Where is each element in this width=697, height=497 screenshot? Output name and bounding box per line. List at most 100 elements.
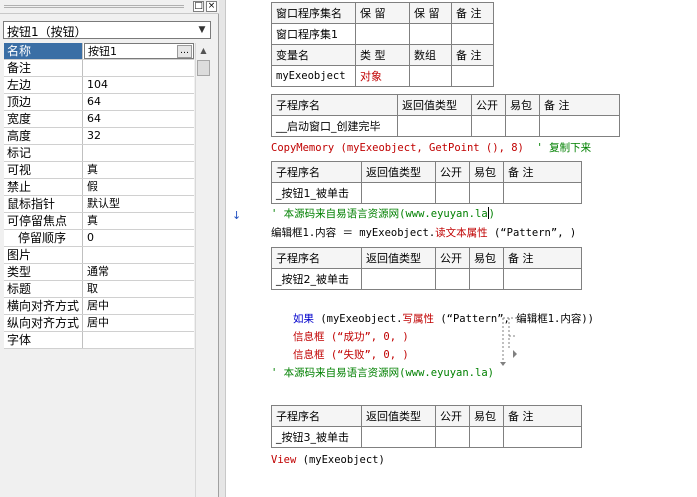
- property-value[interactable]: 取: [84, 281, 194, 297]
- property-name[interactable]: 顶边: [4, 94, 83, 110]
- close-icon[interactable]: ×: [206, 1, 217, 12]
- property-row[interactable]: 横向对齐方式 居中: [4, 298, 194, 315]
- panel-drag-grip[interactable]: [4, 5, 184, 8]
- property-value[interactable]: 居中: [84, 315, 194, 331]
- property-row[interactable]: 名称 按钮1…: [4, 43, 194, 60]
- property-name[interactable]: 名称: [4, 43, 83, 59]
- code-comment-source-2[interactable]: ' 本源码来自易语言资源网(www.eyuyan.la): [271, 366, 494, 380]
- property-value[interactable]: [84, 60, 194, 76]
- property-value[interactable]: 0: [84, 230, 194, 246]
- property-row[interactable]: 可停留焦点真: [4, 213, 194, 230]
- sub-name-cell[interactable]: __启动窗口_创建完毕: [271, 115, 398, 137]
- code-line-view[interactable]: View (myExeobject): [271, 453, 385, 467]
- property-row[interactable]: 宽度 64: [4, 111, 194, 128]
- property-row[interactable]: 字体: [4, 332, 194, 349]
- property-name[interactable]: 禁止: [4, 179, 83, 195]
- var-type-cell[interactable]: 对象: [355, 65, 410, 87]
- property-name[interactable]: 纵向对齐方式: [4, 315, 83, 331]
- property-name[interactable]: 横向对齐方式: [4, 298, 83, 314]
- code-editor[interactable]: ↓ 窗口程序集名 保 留 保 留 备 注 窗口程序集1 变量名 类 型 数组 备…: [227, 0, 697, 497]
- property-value[interactable]: 104: [84, 77, 194, 93]
- property-value[interactable]: 64: [84, 111, 194, 127]
- property-value[interactable]: 居中: [84, 298, 194, 314]
- property-name[interactable]: 高度: [4, 128, 83, 144]
- panel-splitter[interactable]: [219, 0, 226, 497]
- code-line-if[interactable]: 如果 (myExeobject.写属性 (“Pattern”, 编辑框1.内容)…: [293, 312, 594, 326]
- property-row[interactable]: 可视真: [4, 162, 194, 179]
- property-name[interactable]: 图片: [4, 247, 83, 263]
- code-line-msg-fail[interactable]: 信息框 (“失败”, 0, ): [293, 348, 409, 362]
- property-row[interactable]: 顶边 64: [4, 94, 194, 111]
- property-row[interactable]: 左边 104: [4, 77, 194, 94]
- sub-easypack-cell[interactable]: [505, 115, 540, 137]
- sub-return-cell[interactable]: [361, 268, 436, 290]
- property-value[interactable]: 假: [84, 179, 194, 195]
- property-value[interactable]: 默认型: [84, 196, 194, 212]
- sub-name-cell[interactable]: _按钮1_被单击: [271, 182, 362, 204]
- sub-remark-cell[interactable]: [503, 426, 582, 448]
- property-value[interactable]: 32: [84, 128, 194, 144]
- sub-public-cell[interactable]: [435, 182, 470, 204]
- scroll-thumb[interactable]: [197, 60, 210, 76]
- sub-remark-cell[interactable]: [503, 182, 582, 204]
- code-comment-source-1[interactable]: ' 本源码来自易语言资源网(www.eyuyan.la): [271, 207, 495, 221]
- property-name[interactable]: 字体: [4, 332, 83, 348]
- property-name[interactable]: 备注: [4, 60, 83, 76]
- property-name[interactable]: 停留顺序: [4, 230, 83, 246]
- property-row[interactable]: 类型 通常: [4, 264, 194, 281]
- property-value[interactable]: 真: [84, 213, 194, 229]
- property-value[interactable]: 64: [84, 94, 194, 110]
- property-name[interactable]: 宽度: [4, 111, 83, 127]
- var-array-cell[interactable]: [409, 65, 452, 87]
- sub-public-cell[interactable]: [435, 426, 470, 448]
- sub-return-cell[interactable]: [397, 115, 472, 137]
- panel-titlebar[interactable]: □ ×: [0, 0, 219, 14]
- property-name[interactable]: 类型: [4, 264, 83, 280]
- assembly-reserved2-cell[interactable]: [409, 23, 452, 45]
- property-value[interactable]: [84, 145, 194, 161]
- property-row[interactable]: 标题取: [4, 281, 194, 298]
- assembly-reserved1-cell[interactable]: [355, 23, 410, 45]
- sub-easypack-cell[interactable]: [469, 182, 504, 204]
- assembly-name-cell[interactable]: 窗口程序集1: [271, 23, 356, 45]
- property-name[interactable]: 标记: [4, 145, 83, 161]
- ellipsis-button[interactable]: …: [177, 45, 192, 58]
- scroll-up-icon[interactable]: ▲: [196, 43, 211, 58]
- sub-return-cell[interactable]: [361, 426, 436, 448]
- property-name[interactable]: 鼠标指针: [4, 196, 83, 212]
- property-value[interactable]: [84, 332, 194, 348]
- property-row[interactable]: 备注: [4, 60, 194, 77]
- sub-remark-cell[interactable]: [503, 268, 582, 290]
- property-name[interactable]: 标题: [4, 281, 83, 297]
- property-row[interactable]: 鼠标指针 默认型: [4, 196, 194, 213]
- sub-return-cell[interactable]: [361, 182, 436, 204]
- code-line-msg-success[interactable]: 信息框 (“成功”, 0, ): [293, 330, 409, 344]
- property-row[interactable]: 纵向对齐方式 居中: [4, 315, 194, 332]
- property-value[interactable]: 真: [84, 162, 194, 178]
- code-line-assign[interactable]: 编辑框1.内容 ＝ myExeobject.读文本属性 (“Pattern”, …: [271, 226, 576, 240]
- property-scrollbar[interactable]: ▲: [195, 43, 211, 497]
- object-selector[interactable]: 按钮1（按钮） ▼: [3, 21, 211, 39]
- property-name[interactable]: 可视: [4, 162, 83, 178]
- property-row[interactable]: 标记: [4, 145, 194, 162]
- property-row[interactable]: 禁止假: [4, 179, 194, 196]
- sub-name-cell[interactable]: _按钮3_被单击: [271, 426, 362, 448]
- sub-name-cell[interactable]: _按钮2_被单击: [271, 268, 362, 290]
- property-row[interactable]: 停留顺序 0: [4, 230, 194, 247]
- restore-icon[interactable]: □: [193, 1, 204, 12]
- assembly-remark-cell[interactable]: [451, 23, 494, 45]
- code-line-copymemory[interactable]: CopyMemory (myExeobject, GetPoint (), 8)…: [271, 141, 591, 155]
- property-name[interactable]: 左边: [4, 77, 83, 93]
- var-remark-cell[interactable]: [451, 65, 494, 87]
- sub-remark-cell[interactable]: [539, 115, 620, 137]
- sub-public-cell[interactable]: [435, 268, 470, 290]
- chevron-down-icon[interactable]: ▼: [195, 23, 209, 37]
- sub-easypack-cell[interactable]: [469, 426, 504, 448]
- property-row[interactable]: 高度 32: [4, 128, 194, 145]
- sub-easypack-cell[interactable]: [469, 268, 504, 290]
- sub-public-cell[interactable]: [471, 115, 506, 137]
- property-value[interactable]: 按钮1…: [84, 43, 194, 59]
- var-name-cell[interactable]: myExeobject: [271, 65, 356, 87]
- property-name[interactable]: 可停留焦点: [4, 213, 83, 229]
- property-value[interactable]: 通常: [84, 264, 194, 280]
